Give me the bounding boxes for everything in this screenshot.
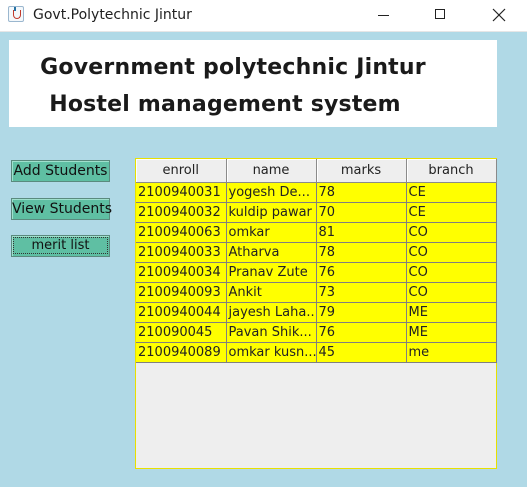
main-panel: Government polytechnic Jintur Hostel man… bbox=[0, 32, 527, 487]
window-title: Govt.Polytechnic Jintur bbox=[33, 7, 192, 23]
table-row[interactable]: 2100940034 Pranav Zute 76 CO bbox=[136, 262, 497, 283]
table-row[interactable]: 210090045 Pavan Shik... 76 ME bbox=[136, 322, 497, 343]
cell-marks[interactable]: 73 bbox=[316, 282, 407, 303]
close-button[interactable] bbox=[475, 0, 521, 31]
table-row[interactable]: 2100940031 yogesh De... 78 CE bbox=[136, 182, 497, 203]
cell-branch[interactable]: CE bbox=[406, 202, 497, 223]
cell-marks[interactable]: 70 bbox=[316, 202, 407, 223]
cell-marks[interactable]: 78 bbox=[316, 182, 407, 203]
cell-enroll[interactable]: 210090045 bbox=[136, 322, 227, 343]
minimize-button[interactable] bbox=[366, 0, 412, 31]
header-banner: Government polytechnic Jintur Hostel man… bbox=[9, 40, 497, 127]
cell-name[interactable]: omkar kusn... bbox=[226, 342, 317, 363]
cell-enroll[interactable]: 2100940089 bbox=[136, 342, 227, 363]
banner-subtitle: Hostel management system bbox=[49, 92, 401, 117]
cell-name[interactable]: omkar bbox=[226, 222, 317, 243]
cell-branch[interactable]: CO bbox=[406, 242, 497, 263]
java-app-icon bbox=[8, 6, 24, 22]
table-row[interactable]: 2100940093 Ankit 73 CO bbox=[136, 282, 497, 303]
cell-name[interactable]: Pavan Shik... bbox=[226, 322, 317, 343]
cell-enroll[interactable]: 2100940032 bbox=[136, 202, 227, 223]
maximize-button[interactable] bbox=[417, 0, 463, 31]
table-row[interactable]: 2100940033 Atharva 78 CO bbox=[136, 242, 497, 263]
column-header-branch[interactable]: branch bbox=[406, 159, 497, 183]
cell-marks[interactable]: 76 bbox=[316, 262, 407, 283]
students-table-panel[interactable]: enroll name marks branch 2100940031 yoge… bbox=[135, 158, 497, 469]
cell-branch[interactable]: ME bbox=[406, 322, 497, 343]
cell-marks[interactable]: 81 bbox=[316, 222, 407, 243]
title-bar: Govt.Polytechnic Jintur bbox=[0, 0, 527, 32]
banner-title: Government polytechnic Jintur bbox=[40, 55, 426, 80]
cell-name[interactable]: kuldip pawar bbox=[226, 202, 317, 223]
cell-branch[interactable]: ME bbox=[406, 302, 497, 323]
table-row[interactable]: 2100940044 jayesh Laha... 79 ME bbox=[136, 302, 497, 323]
table-row[interactable]: 2100940032 kuldip pawar 70 CE bbox=[136, 202, 497, 223]
close-icon bbox=[492, 8, 506, 22]
cell-name[interactable]: Atharva bbox=[226, 242, 317, 263]
view-students-button[interactable]: View Students bbox=[11, 198, 112, 220]
cell-enroll[interactable]: 2100940031 bbox=[136, 182, 227, 203]
cell-name[interactable]: Pranav Zute bbox=[226, 262, 317, 283]
cell-marks[interactable]: 45 bbox=[316, 342, 407, 363]
cell-name[interactable]: Ankit bbox=[226, 282, 317, 303]
column-header-enroll[interactable]: enroll bbox=[136, 159, 227, 183]
table-header-row: enroll name marks branch bbox=[136, 159, 497, 183]
cell-branch[interactable]: CE bbox=[406, 182, 497, 203]
merit-list-label: merit list bbox=[12, 237, 109, 254]
column-header-marks[interactable]: marks bbox=[316, 159, 407, 183]
cell-enroll[interactable]: 2100940044 bbox=[136, 302, 227, 323]
cell-name[interactable]: yogesh De... bbox=[226, 182, 317, 203]
cell-enroll[interactable]: 2100940033 bbox=[136, 242, 227, 263]
cell-name[interactable]: jayesh Laha... bbox=[226, 302, 317, 323]
merit-list-button[interactable]: merit list bbox=[11, 235, 110, 257]
add-students-button[interactable]: Add Students bbox=[11, 160, 110, 182]
table-row[interactable]: 2100940063 omkar 81 CO bbox=[136, 222, 497, 243]
cell-branch[interactable]: CO bbox=[406, 222, 497, 243]
cell-enroll[interactable]: 2100940093 bbox=[136, 282, 227, 303]
students-table: enroll name marks branch 2100940031 yoge… bbox=[136, 159, 497, 363]
cell-marks[interactable]: 78 bbox=[316, 242, 407, 263]
column-header-name[interactable]: name bbox=[226, 159, 317, 183]
cell-branch[interactable]: CO bbox=[406, 262, 497, 283]
table-row[interactable]: 2100940089 omkar kusn... 45 me bbox=[136, 342, 497, 363]
cell-branch[interactable]: CO bbox=[406, 282, 497, 303]
cell-marks[interactable]: 76 bbox=[316, 322, 407, 343]
cell-marks[interactable]: 79 bbox=[316, 302, 407, 323]
cell-branch[interactable]: me bbox=[406, 342, 497, 363]
cell-enroll[interactable]: 2100940034 bbox=[136, 262, 227, 283]
cell-enroll[interactable]: 2100940063 bbox=[136, 222, 227, 243]
